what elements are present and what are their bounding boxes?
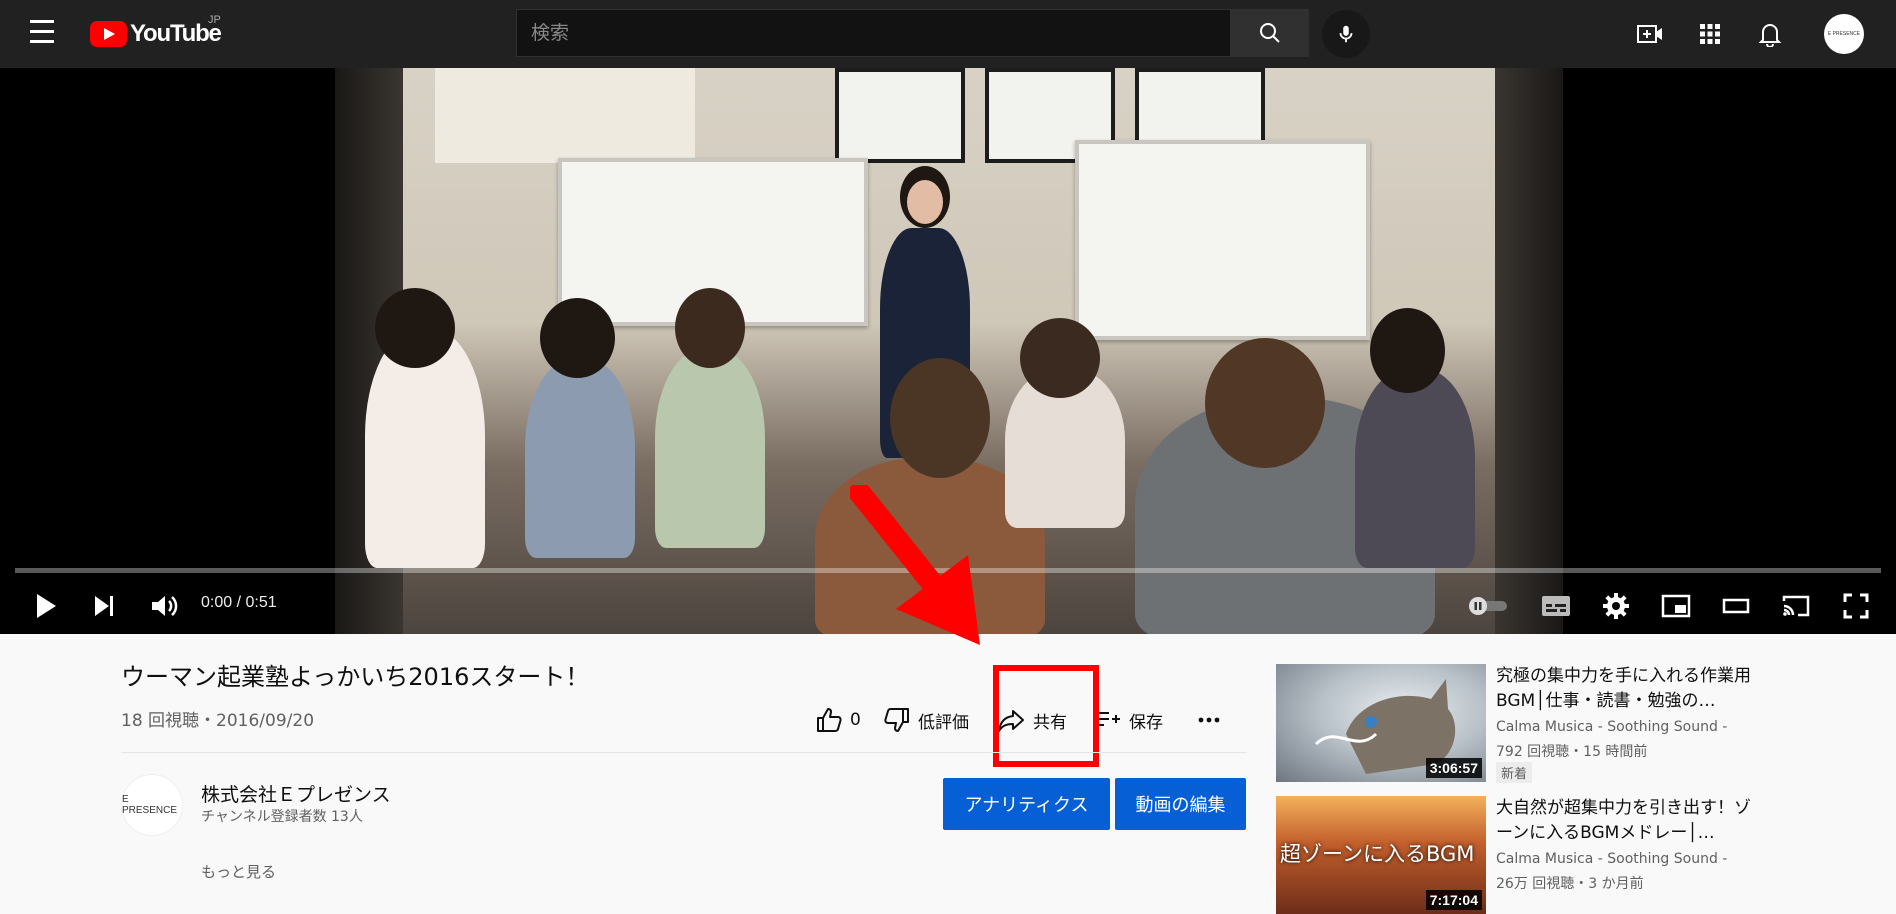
subtitles-icon (1542, 596, 1570, 616)
create-video-button[interactable] (1634, 18, 1666, 50)
miniplayer-icon (1661, 594, 1691, 618)
bell-icon (1758, 24, 1782, 47)
recommendation-stats: 792 回視聴・15 時間前 (1496, 744, 1648, 760)
menu-icon[interactable] (30, 20, 60, 46)
recommendation-item[interactable]: 3:06:57 究極の集中力を手に入れる作業用BGM│仕事・読書・勉強の… Ca… (1276, 664, 1876, 783)
recommendation-thumbnail: 3:06:57 (1276, 664, 1486, 782)
recommendation-title: 究極の集中力を手に入れる作業用BGM│仕事・読書・勉強の… (1496, 666, 1751, 711)
account-avatar-text: E PRESENCE (1827, 31, 1861, 37)
play-icon (37, 594, 56, 618)
subscriber-count: チャンネル登録者数 13人 (201, 809, 363, 825)
time-display: 0:00 / 0:51 (201, 594, 277, 611)
create-video-icon (1637, 25, 1662, 43)
theater-mode-button[interactable] (1716, 586, 1756, 626)
notifications-button[interactable] (1754, 18, 1786, 50)
masthead: YouTube JP 検索 E PRESENCE (0, 0, 1896, 68)
recommendation-channel: Calma Musica - Soothing Sound - (1496, 851, 1728, 867)
mute-button[interactable] (146, 586, 182, 626)
video-player[interactable]: 0:00 / 0:51 (0, 68, 1896, 634)
divider (121, 752, 1247, 753)
duration-badge: 7:17:04 (1425, 890, 1482, 910)
autoplay-toggle-icon (1469, 597, 1507, 615)
voice-search-button[interactable] (1322, 10, 1370, 58)
account-avatar[interactable]: E PRESENCE (1824, 14, 1864, 54)
video-frame (335, 68, 1563, 634)
recommendation-channel: Calma Musica - Soothing Sound - (1496, 719, 1728, 735)
fullscreen-icon (1843, 593, 1869, 619)
search-input[interactable] (517, 10, 1230, 56)
channel-name[interactable]: 株式会社Ｅプレゼンス (201, 780, 391, 807)
add-to-playlist-icon (1094, 712, 1120, 726)
youtube-logo[interactable]: YouTube JP (90, 14, 222, 50)
recommendation-stats: 26万 回視聴・3 か月前 (1496, 876, 1644, 892)
share-label: 共有 (1033, 712, 1067, 733)
youtube-play-icon (90, 21, 127, 47)
autoplay-toggle[interactable] (1466, 586, 1510, 626)
cast-icon (1782, 595, 1810, 617)
recommendation-title: 大自然が超集中力を引き出す！ゾーンに入るBGMメドレー│… (1496, 798, 1751, 843)
video-title: ウーマン起業塾よっかいち2016スタート！ (121, 663, 590, 691)
recommendation-item[interactable]: 超ゾーンに入るBGM 7:17:04 大自然が超集中力を引き出す！ゾーンに入るB… (1276, 796, 1876, 914)
gear-icon (1603, 593, 1629, 619)
settings-button[interactable] (1596, 586, 1636, 626)
microphone-icon (1339, 25, 1353, 43)
apps-button[interactable] (1694, 18, 1726, 50)
analytics-button[interactable]: アナリティクス (943, 778, 1110, 830)
like-count: 0 (850, 710, 861, 730)
search-button[interactable] (1231, 9, 1309, 57)
save-button[interactable]: 保存 (1093, 700, 1163, 740)
thumbnail-caption: 超ゾーンに入るBGM (1280, 842, 1475, 866)
channel-avatar[interactable]: E PRESENCE (121, 774, 183, 836)
cast-button[interactable] (1776, 586, 1816, 626)
save-label: 保存 (1129, 712, 1163, 733)
thumbs-up-icon (817, 708, 842, 732)
play-button[interactable] (28, 586, 64, 626)
recommendation-thumbnail: 超ゾーンに入るBGM 7:17:04 (1276, 796, 1486, 914)
edit-video-button[interactable]: 動画の編集 (1115, 778, 1246, 830)
duration-badge: 3:06:57 (1425, 758, 1482, 778)
channel-avatar-text: E PRESENCE (122, 794, 178, 816)
more-horizontal-icon (1198, 717, 1220, 723)
video-actions: 0 低評価 共有 保存 (816, 700, 1233, 740)
apps-grid-icon (1700, 24, 1720, 44)
search-box (516, 9, 1231, 57)
theater-mode-icon (1722, 598, 1750, 614)
share-icon (998, 710, 1024, 732)
more-actions-button[interactable] (1193, 700, 1233, 740)
dislike-label: 低評価 (918, 712, 969, 733)
fullscreen-button[interactable] (1836, 586, 1876, 626)
next-button[interactable] (86, 586, 122, 626)
subtitles-button[interactable] (1536, 586, 1576, 626)
show-more-link[interactable]: もっと見る (201, 861, 276, 882)
miniplayer-button[interactable] (1656, 586, 1696, 626)
volume-icon (152, 596, 178, 616)
next-icon (95, 596, 113, 616)
logo-region: JP (208, 14, 221, 26)
thumbs-down-icon (884, 708, 909, 732)
progress-bar[interactable] (15, 568, 1881, 573)
search-icon (1260, 23, 1280, 43)
like-button[interactable]: 0 (816, 700, 876, 740)
video-meta: 18 回視聴・2016/09/20 (121, 711, 315, 731)
share-button[interactable]: 共有 (997, 700, 1067, 740)
new-badge: 新着 (1496, 762, 1533, 783)
dislike-button[interactable]: 低評価 (884, 700, 969, 740)
